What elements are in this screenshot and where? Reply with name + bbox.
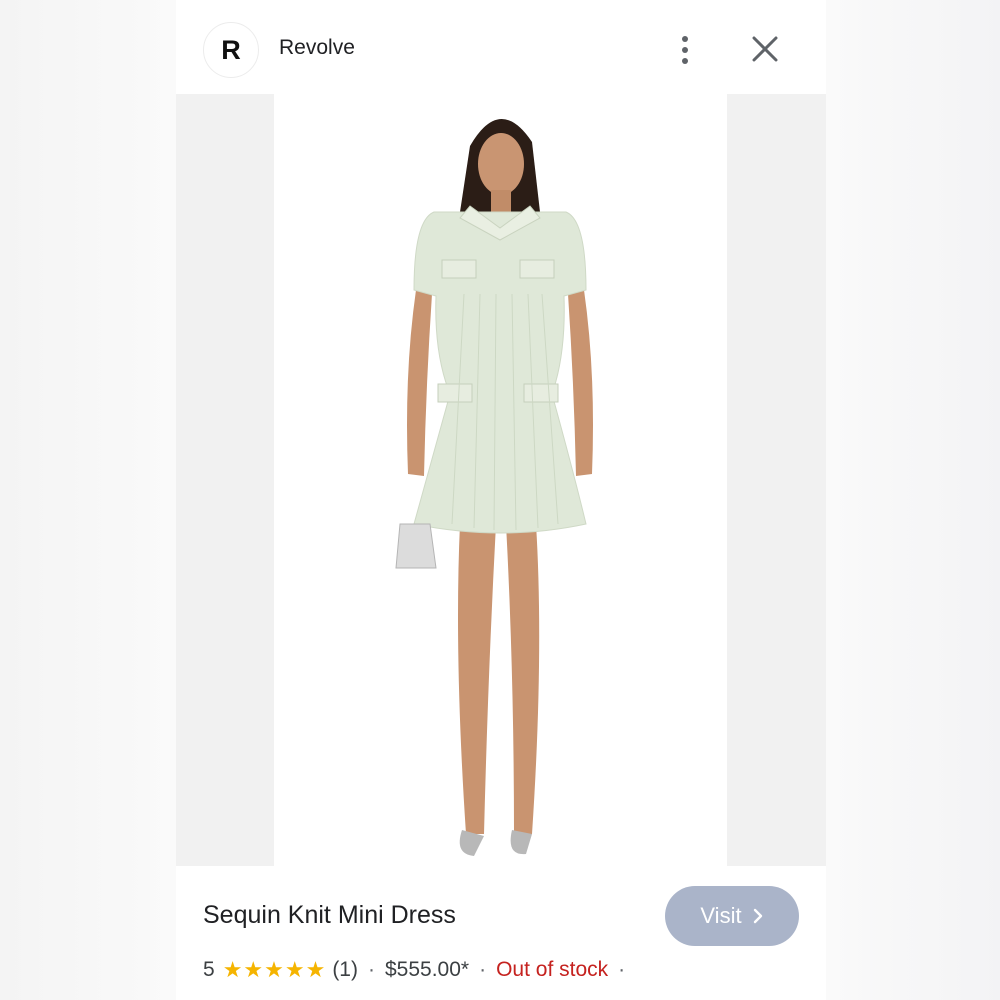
backdrop-left [0, 0, 176, 1000]
separator-dot: · [618, 958, 626, 981]
rating-value: 5 [203, 958, 215, 981]
product-meta: 5 ★★★★★ (1) · $555.00* · Out of stock · [203, 957, 635, 983]
chevron-right-icon [753, 908, 762, 924]
close-button[interactable] [748, 32, 782, 66]
product-title[interactable]: Sequin Knit Mini Dress [203, 901, 456, 930]
product-info: Sequin Knit Mini Dress Visit 5 ★★★★★ (1)… [176, 866, 826, 1000]
stock-status: Out of stock [496, 958, 609, 981]
more-vert-icon [682, 36, 688, 42]
close-icon [752, 36, 778, 62]
more-vert-icon-dot [682, 47, 688, 53]
backdrop-right [826, 0, 1000, 1000]
visit-button-label: Visit [700, 903, 742, 928]
panel-header: R Revolve [176, 0, 826, 94]
more-options-button[interactable] [670, 30, 700, 70]
product-panel: R Revolve Sequin Knit Mini Dress Visit 5… [176, 0, 826, 1000]
more-vert-icon-dot [682, 58, 688, 64]
star-rating-icon: ★★★★★ [222, 957, 327, 982]
product-price: $555.00* [384, 958, 470, 981]
merchant-name: Revolve [279, 36, 355, 59]
visit-button[interactable]: Visit [665, 886, 799, 946]
product-image [274, 94, 727, 866]
product-image-area[interactable] [176, 94, 826, 866]
merchant-logo: R [203, 22, 259, 78]
separator-dot: · [367, 958, 375, 981]
rating-count[interactable]: (1) [332, 958, 358, 982]
image-side-strip-left [176, 94, 274, 866]
image-side-strip-right [727, 94, 826, 866]
separator-dot: · [479, 958, 487, 981]
